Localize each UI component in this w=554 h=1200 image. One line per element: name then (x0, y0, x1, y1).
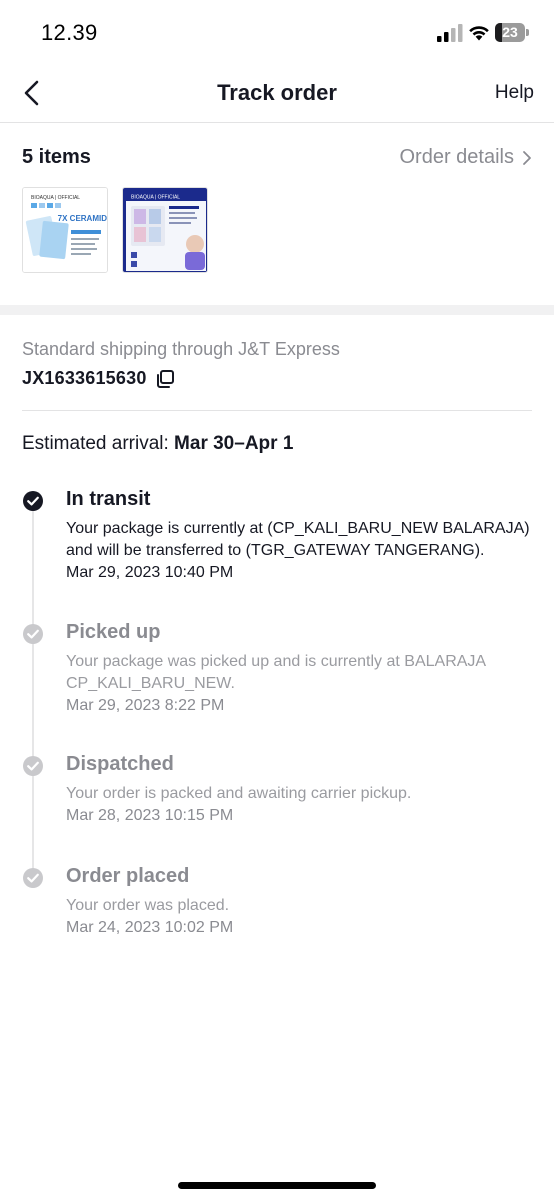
event-time: Mar 29, 2023 8:22 PM (66, 697, 225, 714)
eta-value: Mar 30–Apr 1 (174, 433, 294, 454)
check-circle-icon (23, 491, 43, 511)
order-details-label: Order details (399, 146, 515, 168)
event-description: Your order is packed and awaiting carrie… (66, 783, 536, 827)
page-title: Track order (217, 80, 337, 105)
status-time: 12.39 (41, 20, 98, 45)
event-description-text: Your order is packed and awaiting carrie… (66, 785, 412, 802)
event-description: Your order was placed. Mar 24, 2023 10:0… (66, 895, 536, 939)
event-title: Order placed (66, 865, 190, 887)
section-divider (0, 305, 554, 315)
eta-label: Estimated arrival: (22, 433, 175, 454)
timeline-line (32, 500, 34, 876)
battery-level: 23 (502, 24, 518, 40)
product-thumbnail[interactable]: BIOAQUA | OFFICIAL (122, 187, 208, 273)
event-title: Dispatched (66, 753, 174, 775)
thumbnail-brand: BIOAQUA | OFFICIAL (31, 195, 80, 201)
event-description: Your package is currently at (CP_KALI_BA… (66, 518, 536, 584)
event-time: Mar 24, 2023 10:02 PM (66, 919, 234, 936)
check-circle-icon (23, 868, 43, 888)
event-title: In transit (66, 488, 151, 510)
event-description: Your package was picked up and is curren… (66, 651, 536, 717)
help-link[interactable]: Help (495, 82, 534, 104)
product-image: BIOAQUA | OFFICIAL 7X CERAMIDE (23, 188, 108, 272)
battery-icon: 23 (495, 23, 529, 42)
status-bar: 12.39 23 (0, 0, 554, 66)
event-title: Picked up (66, 621, 161, 643)
order-details-link[interactable]: Order details (400, 146, 533, 169)
chevron-right-icon (523, 150, 531, 165)
shipping-carrier: Standard shipping through J&T Express (22, 339, 340, 359)
tracking-number: JX1633615630 (22, 368, 147, 388)
event-time: Mar 29, 2023 10:40 PM (66, 564, 234, 581)
check-circle-icon (23, 624, 43, 644)
thumbnail-brand: BIOAQUA | OFFICIAL (131, 195, 180, 201)
tracking-row: JX1633615630 (22, 368, 175, 389)
event-description-text: Your order was placed. (66, 897, 230, 914)
product-thumbnail[interactable]: BIOAQUA | OFFICIAL 7X CERAMIDE (22, 187, 108, 273)
event-description-text: Your package is currently at (CP_KALI_BA… (66, 520, 530, 559)
items-section: 5 items Order details BIOAQUA | OFFICIAL… (0, 124, 554, 305)
estimated-arrival: Estimated arrival: Mar 30–Apr 1 (22, 433, 293, 455)
cellular-signal-icon (437, 24, 463, 42)
product-image: BIOAQUA | OFFICIAL (123, 188, 207, 272)
home-indicator[interactable] (178, 1182, 376, 1189)
nav-bar: Track order Help (0, 66, 554, 123)
copy-icon[interactable] (155, 369, 175, 389)
wifi-icon (469, 26, 489, 41)
check-circle-icon (23, 756, 43, 776)
divider (22, 410, 532, 411)
event-time: Mar 28, 2023 10:15 PM (66, 807, 234, 824)
event-description-text: Your package was picked up and is curren… (66, 653, 486, 692)
thumbnail-product: 7X CERAMIDE (58, 214, 108, 223)
items-count: 5 items (22, 146, 91, 168)
